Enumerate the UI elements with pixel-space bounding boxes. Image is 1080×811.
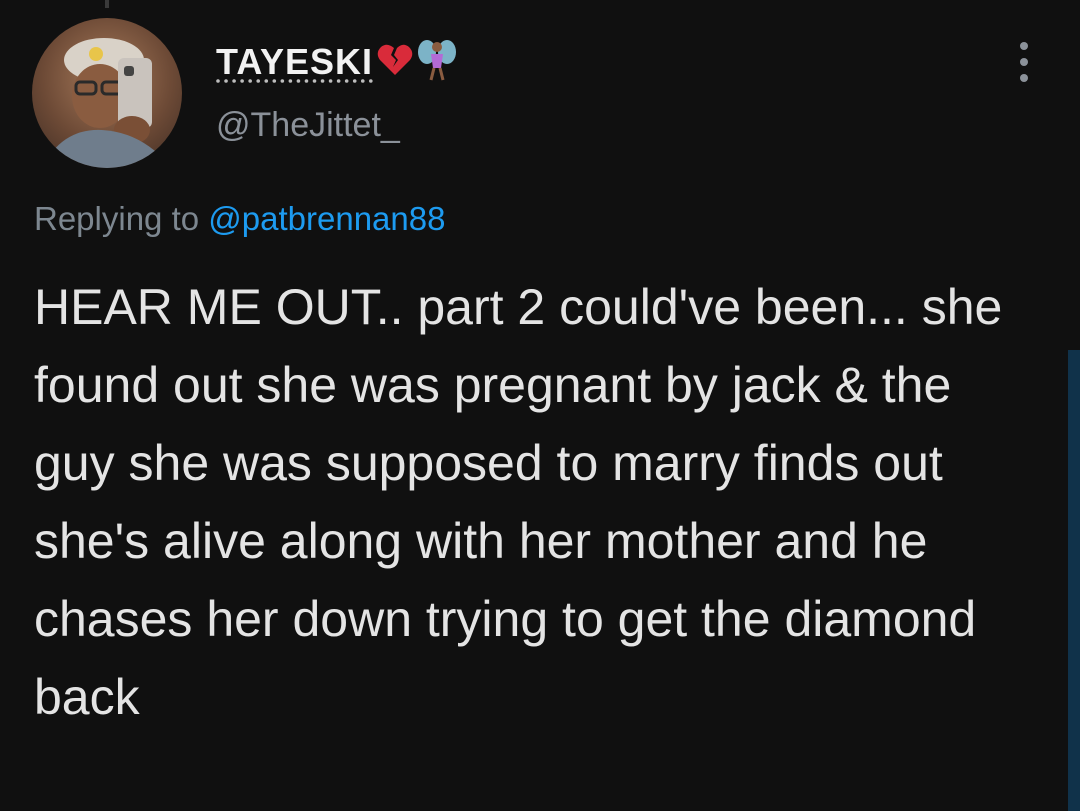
replying-prefix: Replying to	[34, 200, 200, 237]
display-name[interactable]: TAYESKI	[216, 41, 373, 83]
user-handle[interactable]: @TheJittet_	[216, 106, 400, 145]
broken-heart-icon	[377, 43, 413, 82]
display-name-row[interactable]: TAYESKI	[216, 36, 457, 88]
scroll-indicator	[1068, 350, 1080, 811]
reply-mention-link[interactable]: @patbrennan88	[208, 200, 445, 237]
avatar[interactable]	[32, 18, 182, 168]
tweet-text: HEAR ME OUT.. part 2 could've been... sh…	[34, 279, 1003, 725]
more-dot-icon	[1020, 74, 1028, 82]
more-dot-icon	[1020, 58, 1028, 66]
avatar-photo-icon	[42, 38, 172, 168]
thread-connector-line	[105, 0, 109, 8]
more-options-button[interactable]	[1008, 40, 1040, 84]
fairy-icon	[417, 38, 457, 87]
replying-to-line: Replying to @patbrennan88	[34, 200, 445, 238]
more-dot-icon	[1020, 42, 1028, 50]
